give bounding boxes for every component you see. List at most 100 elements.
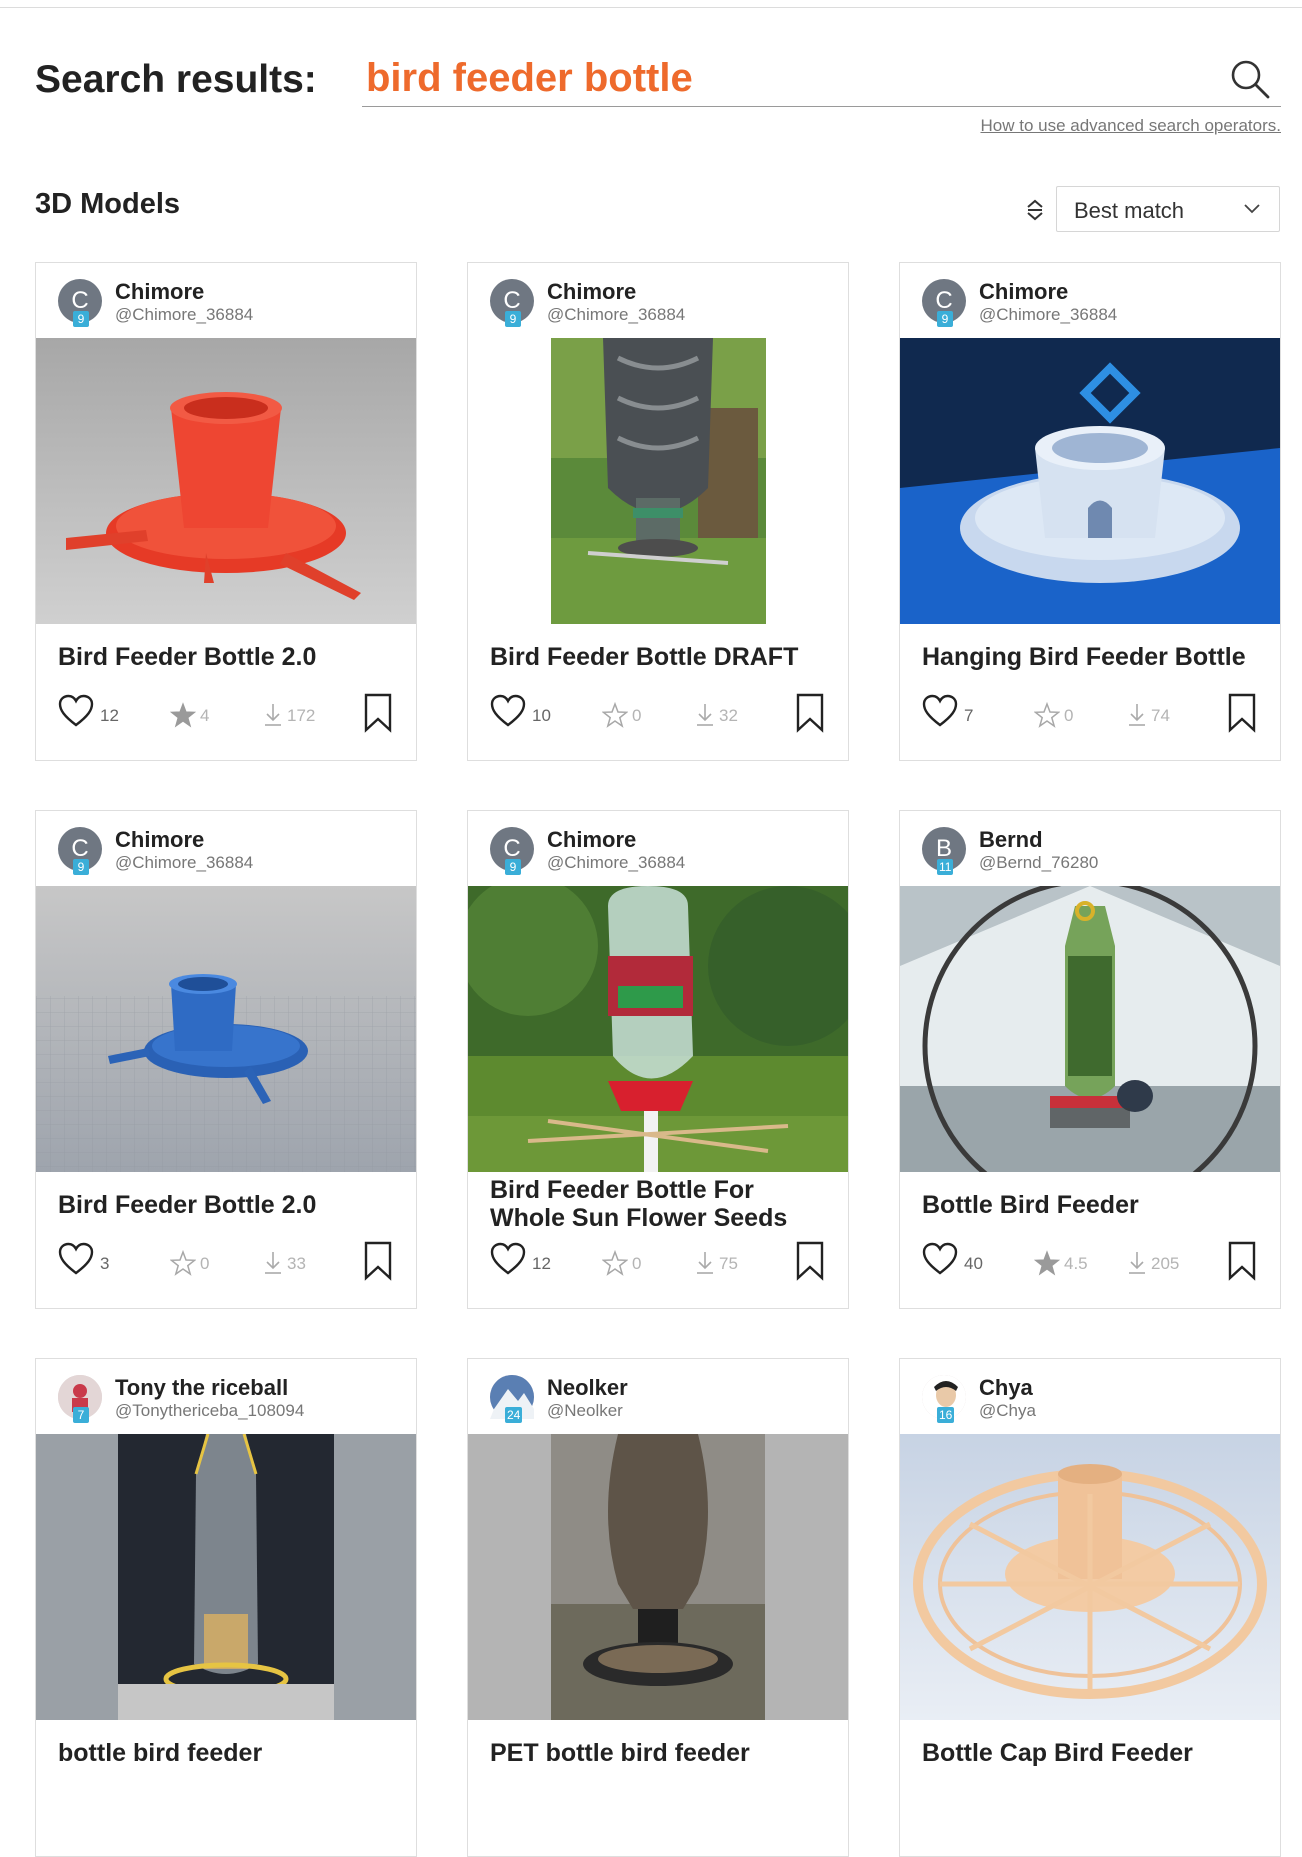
bookmark-icon[interactable] <box>794 1241 826 1281</box>
bookmark-icon[interactable] <box>362 693 394 733</box>
top-divider <box>0 7 1302 8</box>
author-handle: @Chya <box>979 1401 1036 1420</box>
model-card[interactable]: C 9 Chimore @Chimore_36884 Hanging Bird … <box>899 262 1281 761</box>
card-stats: 7 0 74 <box>900 693 1280 737</box>
level-badge: 24 <box>505 1407 523 1423</box>
model-card[interactable]: C 9 Chimore @Chimore_36884 Bird Feeder B… <box>467 810 849 1309</box>
rating-value: 4.5 <box>1064 1254 1088 1273</box>
model-thumbnail[interactable] <box>900 1434 1280 1720</box>
author-handle: @Chimore_36884 <box>547 305 686 324</box>
card-author[interactable]: B 11 Bernd @Bernd_76280 <box>900 811 1280 886</box>
card-author[interactable]: 7 Tony the riceball @Tonythericeba_10809… <box>36 1359 416 1434</box>
model-title[interactable]: Hanging Bird Feeder Bottle <box>922 643 1262 671</box>
sort-select[interactable]: Best match <box>1056 186 1280 232</box>
download-icon <box>265 1252 281 1274</box>
model-title[interactable]: Bird Feeder Bottle DRAFT <box>490 643 830 671</box>
author-name[interactable]: Chimore <box>979 279 1068 305</box>
sort-select-value: Best match <box>1074 198 1185 223</box>
download-count: 172 <box>287 706 316 725</box>
model-thumbnail[interactable] <box>900 886 1280 1172</box>
level-badge: 9 <box>505 311 521 327</box>
sort-icon <box>1027 199 1043 221</box>
download-count: 32 <box>719 706 738 725</box>
search-heading: Search results: <box>35 58 317 101</box>
rating-value: 0 <box>632 1254 642 1273</box>
download-icon <box>1129 1252 1145 1274</box>
author-name[interactable]: Chimore <box>547 279 636 305</box>
model-thumbnail[interactable] <box>36 1434 416 1720</box>
model-title[interactable]: Bird Feeder Bottle 2.0 <box>58 643 398 671</box>
card-author[interactable]: C 9 Chimore @Chimore_36884 <box>468 811 848 886</box>
author-handle: @Chimore_36884 <box>115 853 254 872</box>
author-name[interactable]: Chimore <box>115 279 204 305</box>
level-badge: 16 <box>937 1407 955 1423</box>
section-title: 3D Models <box>35 188 181 220</box>
download-icon <box>697 1252 713 1274</box>
author-name[interactable]: Tony the riceball <box>115 1375 288 1401</box>
author-handle: @Neolker <box>547 1401 623 1420</box>
model-thumbnail[interactable] <box>36 886 416 1172</box>
rating-value: 4 <box>200 706 210 725</box>
search-field[interactable] <box>362 52 1281 107</box>
model-thumbnail[interactable] <box>900 338 1280 624</box>
card-author[interactable]: 24 Neolker @Neolker <box>468 1359 848 1434</box>
model-thumbnail[interactable] <box>36 338 416 624</box>
model-card[interactable]: C 9 Chimore @Chimore_36884 Bird Feeder B… <box>35 810 417 1309</box>
card-author[interactable]: 16 Chya @Chya <box>900 1359 1280 1434</box>
card-author[interactable]: C 9 Chimore @Chimore_36884 <box>900 263 1280 338</box>
model-card[interactable]: 7 Tony the riceball @Tonythericeba_10809… <box>35 1358 417 1857</box>
bookmark-icon[interactable] <box>794 693 826 733</box>
like-count: 10 <box>532 706 551 725</box>
author-name[interactable]: Chimore <box>115 827 204 853</box>
download-count: 74 <box>1151 706 1170 725</box>
download-icon <box>697 704 713 726</box>
model-title[interactable]: Bird Feeder Bottle For Whole Sun Flower … <box>490 1176 830 1232</box>
download-icon <box>1129 704 1145 726</box>
card-stats: 12 0 75 <box>468 1241 848 1285</box>
like-count: 40 <box>964 1254 983 1273</box>
level-badge: 9 <box>73 859 89 875</box>
download-count: 205 <box>1151 1254 1180 1273</box>
card-author[interactable]: C 9 Chimore @Chimore_36884 <box>36 263 416 338</box>
author-handle: @Bernd_76280 <box>979 853 1099 872</box>
card-author[interactable]: C 9 Chimore @Chimore_36884 <box>468 263 848 338</box>
model-card[interactable]: B 11 Bernd @Bernd_76280 Bottle Bird Feed… <box>899 810 1281 1309</box>
model-title[interactable]: PET bottle bird feeder <box>490 1739 830 1767</box>
model-title[interactable]: Bottle Bird Feeder <box>922 1191 1262 1219</box>
star-outline-icon <box>602 702 628 728</box>
search-input[interactable] <box>362 52 1206 104</box>
author-name[interactable]: Chya <box>979 1375 1033 1401</box>
model-title[interactable]: Bottle Cap Bird Feeder <box>922 1739 1262 1767</box>
level-badge: 11 <box>937 859 954 875</box>
author-name[interactable]: Neolker <box>547 1375 628 1401</box>
model-card[interactable]: 24 Neolker @Neolker PET bottle bird feed… <box>467 1358 849 1857</box>
level-badge: 7 <box>73 1407 89 1423</box>
card-author[interactable]: C 9 Chimore @Chimore_36884 <box>36 811 416 886</box>
like-count: 7 <box>964 706 974 725</box>
download-icon <box>265 704 281 726</box>
author-handle: @Tonythericeba_108094 <box>115 1401 305 1420</box>
level-badge: 9 <box>505 859 521 875</box>
like-count: 12 <box>532 1254 551 1273</box>
author-name[interactable]: Bernd <box>979 827 1043 853</box>
search-icon[interactable] <box>1229 58 1271 100</box>
rating-value: 0 <box>1064 706 1074 725</box>
model-thumbnail[interactable] <box>468 886 848 1172</box>
model-card[interactable]: C 9 Chimore @Chimore_36884 Bird Feeder B… <box>35 262 417 761</box>
bookmark-icon[interactable] <box>1226 1241 1258 1281</box>
star-outline-icon <box>602 1250 628 1276</box>
model-card[interactable]: 16 Chya @Chya Bottle Cap Bird Feeder <box>899 1358 1281 1857</box>
level-badge: 9 <box>73 311 89 327</box>
model-thumbnail[interactable] <box>468 1434 848 1720</box>
model-card[interactable]: C 9 Chimore @Chimore_36884 Bird Feeder B… <box>467 262 849 761</box>
author-handle: @Chimore_36884 <box>979 305 1118 324</box>
model-title[interactable]: Bird Feeder Bottle 2.0 <box>58 1191 398 1219</box>
rating-value: 0 <box>632 706 642 725</box>
bookmark-icon[interactable] <box>362 1241 394 1281</box>
model-title[interactable]: bottle bird feeder <box>58 1739 398 1767</box>
model-thumbnail[interactable] <box>468 338 848 624</box>
author-name[interactable]: Chimore <box>547 827 636 853</box>
bookmark-icon[interactable] <box>1226 693 1258 733</box>
advanced-search-link[interactable]: How to use advanced search operators. <box>980 116 1281 136</box>
card-stats: 40 4.5 205 <box>900 1241 1280 1285</box>
